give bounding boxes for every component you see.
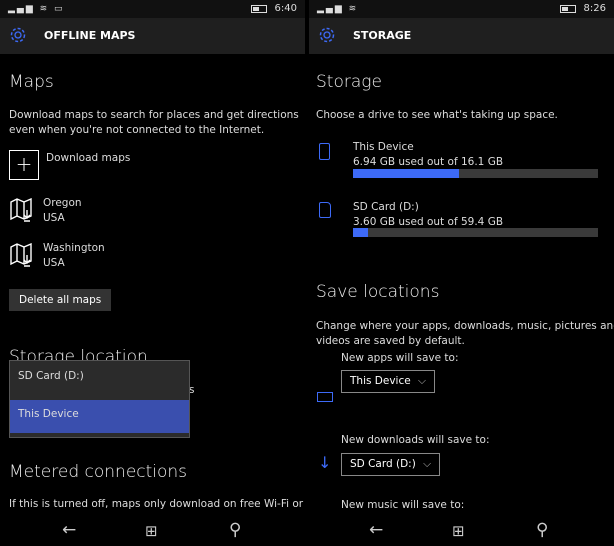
battery-icon xyxy=(251,5,267,13)
phone-icon xyxy=(319,143,330,160)
metered-description: If this is turned off, maps only downloa… xyxy=(9,498,304,510)
apps-save-label: New apps will save to: xyxy=(341,352,459,364)
clock: 6:40 xyxy=(274,3,297,14)
page-title: OFFLINE MAPS xyxy=(44,29,136,42)
usage-bar-fill xyxy=(353,228,368,237)
downloads-save-label: New downloads will save to: xyxy=(341,434,490,446)
maps-heading: Maps xyxy=(9,72,54,92)
apps-icon xyxy=(317,392,333,402)
map-download-icon xyxy=(10,243,32,267)
apps-location-dropdown[interactable]: This Device ⌵ xyxy=(341,370,436,393)
map-name: Washington xyxy=(43,242,105,254)
maps-description-1: Download maps to search for places and g… xyxy=(9,109,299,121)
page-title: STORAGE xyxy=(353,29,412,42)
drive-sd-card[interactable]: SD Card (D:) 3.60 GB used out of 59.4 GB xyxy=(309,200,614,242)
metered-connections-heading: Metered connections xyxy=(9,462,188,482)
battery-icon xyxy=(560,5,576,13)
drive-name: This Device xyxy=(353,141,414,153)
page-header: STORAGE xyxy=(309,18,614,54)
music-save-label: New music will save to: xyxy=(341,499,465,511)
storage-location-popup: SD Card (D:) This Device xyxy=(9,360,190,438)
signal-icon: ▂▄▆ ≋ ▭ xyxy=(8,4,65,14)
gear-icon xyxy=(319,27,335,43)
usage-bar-fill xyxy=(353,169,459,178)
option-this-device[interactable]: This Device xyxy=(10,400,189,433)
download-icon: ↓ xyxy=(318,453,332,472)
signal-icon: ▂▄▆ ≋ xyxy=(317,4,359,14)
downloads-location-dropdown[interactable]: SD Card (D:) ⌵ xyxy=(341,453,441,476)
storage-screen: ▂▄▆ ≋ 8:26 STORAGE Storage Choose a driv… xyxy=(309,0,614,546)
search-icon[interactable]: ⚲ xyxy=(536,520,548,540)
usage-bar xyxy=(353,228,598,237)
windows-icon[interactable]: ⊞ xyxy=(145,522,158,540)
search-icon[interactable]: ⚲ xyxy=(229,520,241,540)
nav-bar: ← ⊞ ⚲ xyxy=(0,516,305,546)
download-maps-button[interactable]: + xyxy=(9,150,39,180)
save-description-1: Change where your apps, downloads, music… xyxy=(316,320,614,332)
page-header: OFFLINE MAPS xyxy=(0,18,305,54)
offline-maps-screen: ▂▄▆ ≋ ▭ 6:40 OFFLINE MAPS Maps Download … xyxy=(0,0,305,546)
download-maps-label[interactable]: Download maps xyxy=(46,151,130,166)
status-bar: ▂▄▆ ≋ ▭ 6:40 xyxy=(0,0,305,18)
sd-card-icon xyxy=(319,202,331,218)
drive-this-device[interactable]: This Device 6.94 GB used out of 16.1 GB xyxy=(309,140,614,182)
drive-usage: 6.94 GB used out of 16.1 GB xyxy=(353,156,504,168)
chevron-down-icon: ⌵ xyxy=(423,458,432,470)
gear-icon xyxy=(10,27,26,43)
dropdown-value: This Device xyxy=(350,375,411,387)
map-download-icon xyxy=(10,198,32,222)
back-icon[interactable]: ← xyxy=(369,520,383,540)
map-name: Oregon xyxy=(43,197,82,209)
plus-icon: + xyxy=(15,152,33,176)
windows-icon[interactable]: ⊞ xyxy=(452,522,465,540)
status-bar: ▂▄▆ ≋ 8:26 xyxy=(309,0,614,18)
back-icon[interactable]: ← xyxy=(62,520,76,540)
chevron-down-icon: ⌵ xyxy=(418,375,427,387)
save-description-2: videos are saved by default. xyxy=(316,335,465,347)
maps-description-2: even when you're not connected to the In… xyxy=(9,124,265,136)
save-locations-heading: Save locations xyxy=(316,282,440,302)
drive-name: SD Card (D:) xyxy=(353,201,419,213)
option-sd-card[interactable]: SD Card (D:) xyxy=(10,361,189,399)
storage-description: Choose a drive to see what's taking up s… xyxy=(316,109,558,121)
dropdown-value: SD Card (D:) xyxy=(350,458,416,470)
usage-bar xyxy=(353,169,598,178)
map-region: USA xyxy=(43,257,65,269)
delete-all-maps-button[interactable]: Delete all maps xyxy=(9,289,112,311)
map-region: USA xyxy=(43,212,65,224)
storage-heading: Storage xyxy=(316,72,382,92)
nav-bar: ← ⊞ ⚲ xyxy=(309,516,614,546)
clock: 8:26 xyxy=(583,3,606,14)
